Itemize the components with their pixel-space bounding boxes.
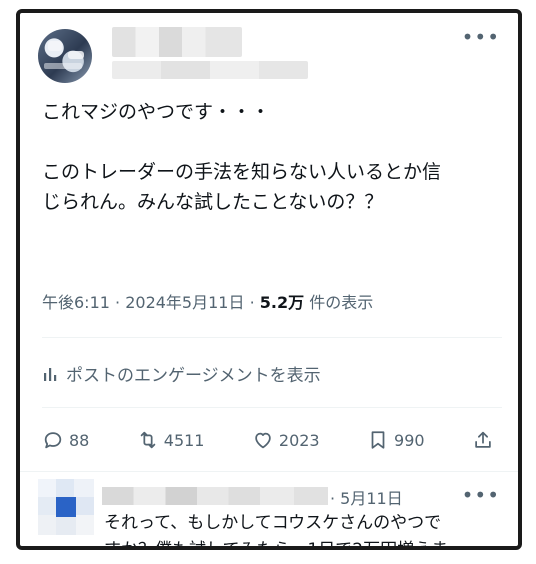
reply-author-avatar[interactable] <box>38 479 94 535</box>
author-name-blurred[interactable] <box>112 27 242 57</box>
engagements-label: ポストのエンゲージメントを表示 <box>66 366 321 386</box>
bookmark-icon <box>371 431 385 449</box>
tweet-card: ••• これマジのやつです・・・ このトレーダーの手法を知らない人いるとか信 じ… <box>16 9 522 550</box>
repost-icon <box>140 431 156 449</box>
bookmark-button[interactable]: 990 <box>367 429 425 451</box>
more-horizontal-icon[interactable]: ••• <box>462 483 500 507</box>
more-horizontal-icon[interactable]: ••• <box>462 27 500 47</box>
reply-author-name-blurred[interactable] <box>102 487 328 505</box>
like-button[interactable]: 2023 <box>252 429 320 451</box>
reply-button[interactable]: 88 <box>42 429 89 451</box>
meta-separator: · <box>115 293 126 312</box>
meta-separator: · <box>249 293 260 312</box>
view-engagements-link[interactable]: ポストのエンゲージメントを表示 <box>42 361 321 386</box>
reply-date[interactable]: · 5月11日 <box>330 485 403 509</box>
heart-icon <box>255 432 271 449</box>
share-icon <box>475 431 491 448</box>
repost-button[interactable]: 4511 <box>137 429 205 451</box>
post-text: これマジのやつです・・・ このトレーダーの手法を知らない人いるとか信 じられん。… <box>42 101 442 213</box>
repost-count: 4511 <box>163 430 205 450</box>
analytics-icon <box>44 367 57 381</box>
author-handle-blurred[interactable] <box>112 61 308 79</box>
reply-text-truncated: すか？僕も試してみたら、1日で2万円増えま <box>104 540 449 550</box>
divider <box>20 471 518 472</box>
divider <box>42 337 502 338</box>
post-date[interactable]: 2024年5月11日 <box>125 293 244 312</box>
share-button[interactable] <box>472 429 494 451</box>
views-count: 5.2万 <box>259 293 305 312</box>
divider <box>42 407 502 408</box>
reply-icon <box>44 432 62 449</box>
post-meta: 午後6:11 · 2024年5月11日 · 5.2万 件の表示 <box>42 289 373 313</box>
views-label: 件の表示 <box>309 293 374 312</box>
bookmark-count: 990 <box>394 430 425 450</box>
author-avatar[interactable] <box>38 29 92 83</box>
like-count: 2023 <box>278 430 320 450</box>
reply-text: それって、もしかしてコウスケさんのやつで <box>104 513 442 533</box>
action-bar: 88 4511 2023 990 <box>42 423 494 457</box>
post-time[interactable]: 午後6:11 <box>42 293 110 312</box>
reply-count: 88 <box>69 430 90 450</box>
